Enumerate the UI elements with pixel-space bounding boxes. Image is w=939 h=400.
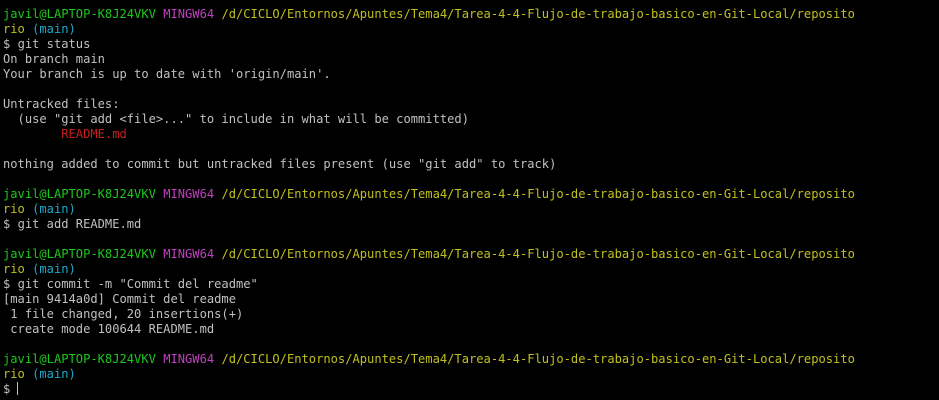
prompt-line: javil@LAPTOP-K8J24VKV MINGW64 /d/CICLO/E…	[3, 7, 939, 22]
prompt-path-wrap: rio	[3, 22, 25, 36]
prompt-line-wrap: rio (main)	[3, 367, 939, 382]
prompt-path: /d/CICLO/Entornos/Apuntes/Tema4/Tarea-4-…	[221, 247, 855, 261]
command-input-line[interactable]: $	[3, 382, 939, 397]
prompt-line-wrap: rio (main)	[3, 202, 939, 217]
prompt-symbol: $	[3, 217, 11, 231]
prompt-symbol: $	[3, 382, 11, 396]
prompt-line: javil@LAPTOP-K8J24VKV MINGW64 /d/CICLO/E…	[3, 247, 939, 262]
command-line: $ git commit -m "Commit del readme"	[3, 277, 939, 292]
command-line: $ git status	[3, 37, 939, 52]
prompt-path-wrap: rio	[3, 367, 25, 381]
prompt-line: javil@LAPTOP-K8J24VKV MINGW64 /d/CICLO/E…	[3, 187, 939, 202]
prompt-line-wrap: rio (main)	[3, 262, 939, 277]
prompt-branch: (main)	[32, 262, 76, 276]
prompt-user-host: javil@LAPTOP-K8J24VKV	[3, 187, 156, 201]
terminal-window[interactable]: javil@LAPTOP-K8J24VKV MINGW64 /d/CICLO/E…	[0, 0, 939, 400]
prompt-env: MINGW64	[163, 187, 215, 201]
prompt-branch: (main)	[32, 22, 76, 36]
prompt-path-wrap: rio	[3, 262, 25, 276]
prompt-branch: (main)	[32, 367, 76, 381]
output-line: On branch main	[3, 52, 105, 66]
prompt-line: javil@LAPTOP-K8J24VKV MINGW64 /d/CICLO/E…	[3, 352, 939, 367]
prompt-user-host: javil@LAPTOP-K8J24VKV	[3, 352, 156, 366]
output-line: 1 file changed, 20 insertions(+)	[3, 307, 244, 321]
prompt-path: /d/CICLO/Entornos/Apuntes/Tema4/Tarea-4-…	[221, 352, 855, 366]
prompt-path: /d/CICLO/Entornos/Apuntes/Tema4/Tarea-4-…	[221, 7, 855, 21]
prompt-env: MINGW64	[163, 7, 215, 21]
prompt-user-host: javil@LAPTOP-K8J24VKV	[3, 7, 156, 21]
output-line: Untracked files:	[3, 97, 120, 111]
output-line: (use "git add <file>..." to include in w…	[3, 112, 469, 126]
command-git-commit: git commit -m "Commit del readme"	[17, 277, 258, 291]
output-line: create mode 100644 README.md	[3, 322, 215, 336]
prompt-path-wrap: rio	[3, 202, 25, 216]
text-cursor[interactable]	[17, 382, 19, 395]
command-git-status: git status	[17, 37, 91, 51]
prompt-env: MINGW64	[163, 247, 215, 261]
prompt-symbol: $	[3, 37, 11, 51]
prompt-line-wrap: rio (main)	[3, 22, 939, 37]
output-line: nothing added to commit but untracked fi…	[3, 157, 557, 171]
prompt-env: MINGW64	[163, 352, 215, 366]
output-line: [main 9414a0d] Commit del readme	[3, 292, 236, 306]
untracked-file: README.md	[3, 127, 127, 141]
output-line: Your branch is up to date with 'origin/m…	[3, 67, 331, 81]
command-line: $ git add README.md	[3, 217, 939, 232]
prompt-branch: (main)	[32, 202, 76, 216]
prompt-path: /d/CICLO/Entornos/Apuntes/Tema4/Tarea-4-…	[221, 187, 855, 201]
prompt-symbol: $	[3, 277, 11, 291]
command-git-add: git add README.md	[17, 217, 142, 231]
prompt-user-host: javil@LAPTOP-K8J24VKV	[3, 247, 156, 261]
